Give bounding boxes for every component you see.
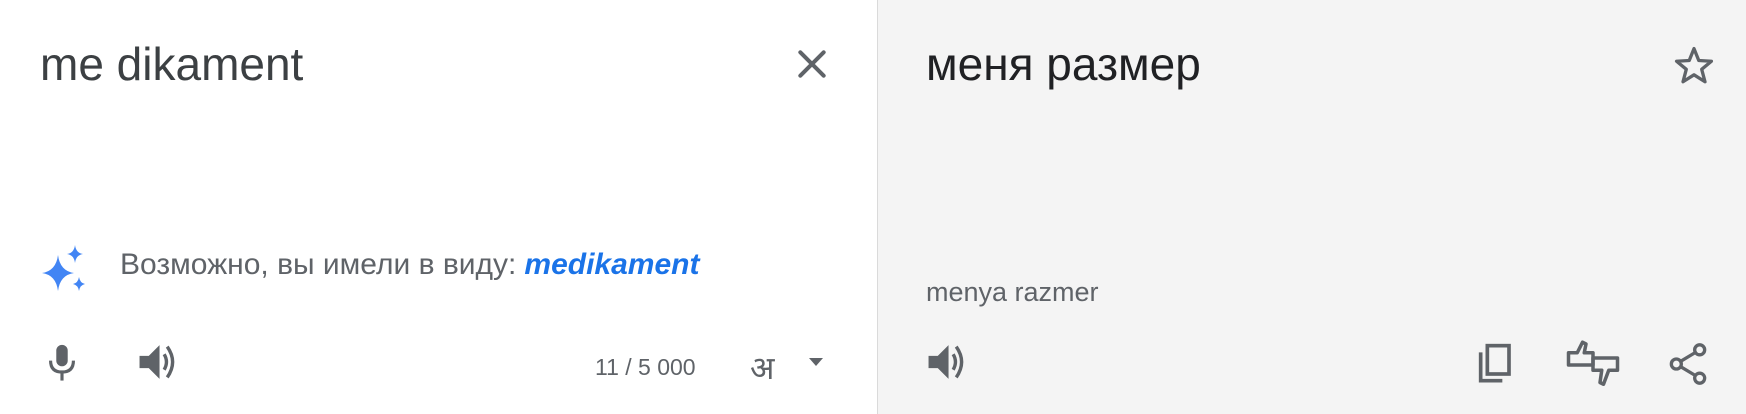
ime-icon[interactable]: अ [750,346,774,389]
transliteration: menya razmer [926,277,1099,307]
feedback-icon[interactable] [1565,340,1621,390]
suggestion-prefix: Возможно, вы имели в виду: [120,248,517,281]
speaker-icon[interactable] [925,342,969,382]
close-icon[interactable] [792,44,832,84]
character-counter: 11 / 5 000 [595,354,696,380]
chevron-down-icon[interactable] [808,357,824,367]
did-you-mean: Возможно, вы имели в виду: medikament [120,248,699,282]
copy-icon[interactable] [1474,342,1514,386]
mic-icon[interactable] [44,342,80,382]
translation-text: меня размер [926,38,1201,90]
suggestion-link[interactable]: medikament [524,248,699,281]
sparkle-icon [42,245,85,291]
source-text[interactable]: me dikament [40,36,303,92]
star-icon[interactable] [1672,44,1716,88]
source-pane: me dikament Возможно, вы имели в виду: me… [0,0,876,414]
speaker-icon[interactable] [136,342,180,382]
share-icon[interactable] [1668,342,1708,386]
